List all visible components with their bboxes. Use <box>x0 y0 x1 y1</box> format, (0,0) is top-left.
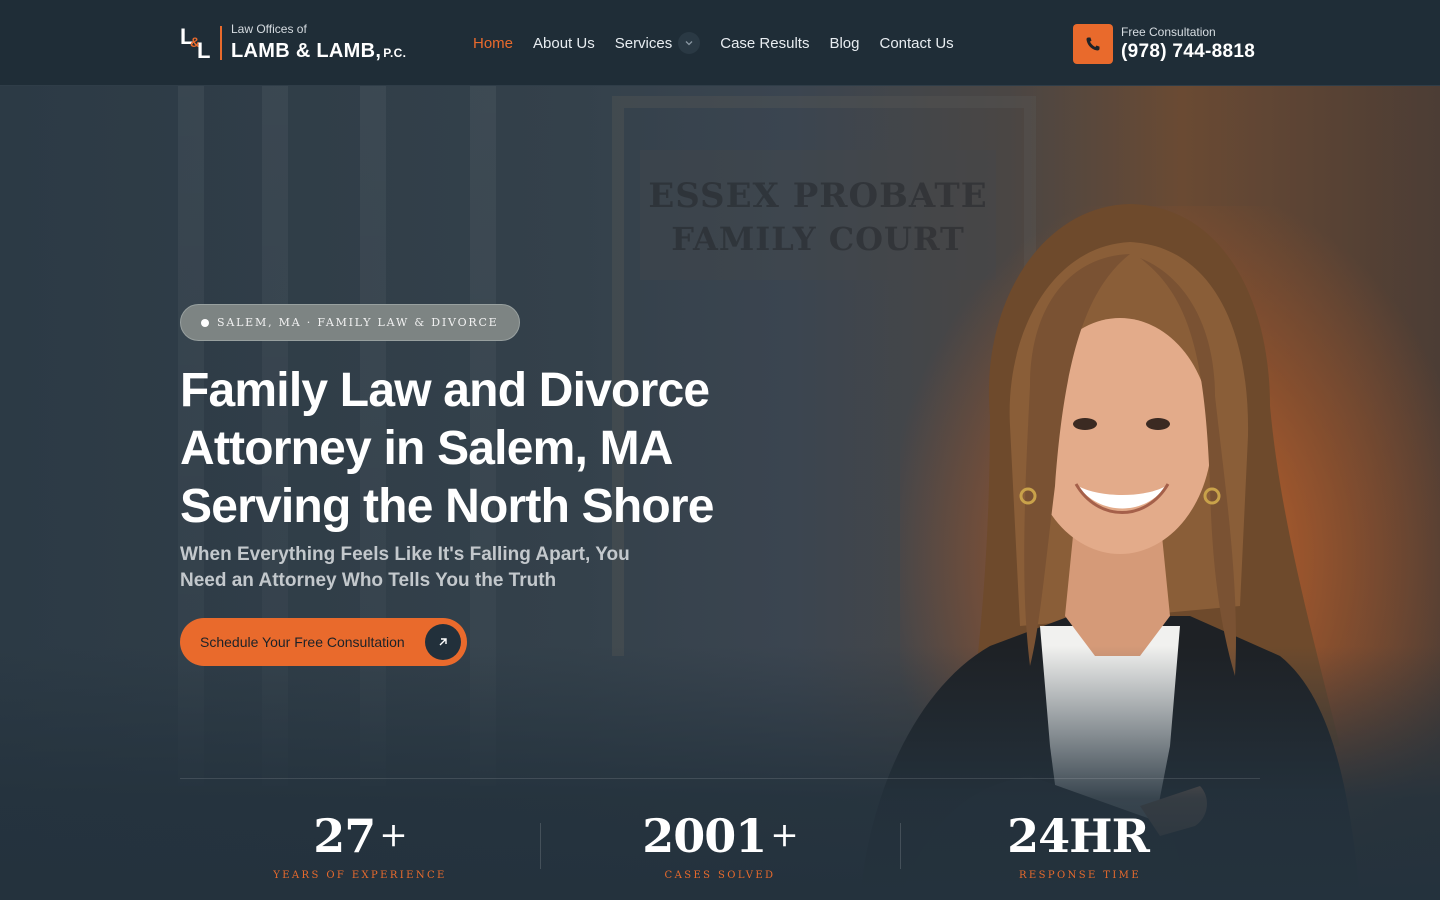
stat-number: 2001 <box>642 809 767 863</box>
stat-suffix: + <box>770 815 798 855</box>
stats-bar: 27 + YEARS OF EXPERIENCE 2001 + CASES SOLV… <box>180 778 1260 900</box>
main-nav: Home About Us Services Case Results Blog… <box>473 30 974 56</box>
stat-number: 24HR <box>1007 809 1150 863</box>
nav-item-services-label: Services <box>614 34 673 52</box>
stat-label: RESPONSE TIME <box>1018 870 1142 881</box>
arrow-up-right-icon <box>425 624 461 660</box>
site-header: L & L Law Offices of LAMB & LAMB, P.C. Ho… <box>0 0 1440 86</box>
nav-item-services[interactable]: Services <box>615 32 701 54</box>
badge-dot-icon <box>201 318 209 327</box>
hero-subtitle: When Everything Feels Like It's Falling … <box>180 542 660 594</box>
nav-item-about-us[interactable]: About Us <box>533 35 595 52</box>
stat-value: 27 + <box>180 809 540 862</box>
logo-name: LAMB & LAMB, P.C. <box>231 40 406 63</box>
nav-item-contact-us[interactable]: Contact Us <box>879 35 953 52</box>
hero-title: Family Law and Divorce Attorney in Salem… <box>180 362 820 536</box>
phone-button[interactable] <box>1073 24 1113 64</box>
stat-number: 27 <box>313 809 376 863</box>
schedule-consultation-label: Schedule Your Free Consultation <box>200 634 405 650</box>
badge-text: SALEM, MA · FAMILY LAW & DIVORCE <box>217 316 499 329</box>
free-consultation-label: Free Consultation <box>1121 25 1216 39</box>
hero-subtitle-line: Need an Attorney Who Tells You the Truth <box>180 570 557 591</box>
stat-label: CASES SOLVED <box>664 870 776 881</box>
logo-divider <box>220 26 222 60</box>
nav-item-blog[interactable]: Blog <box>829 35 859 52</box>
hero-title-line: Serving the North Shore <box>180 480 714 533</box>
logo-mark-letter: L <box>197 38 211 63</box>
hero-subtitle-line: When Everything Feels Like It's Falling … <box>180 544 630 565</box>
logo[interactable]: L & L Law Offices of LAMB & LAMB, P.C. <box>178 22 418 66</box>
stat-value: 2001 + <box>540 809 900 862</box>
location-badge: SALEM, MA · FAMILY LAW & DIVORCE <box>180 304 520 341</box>
chevron-down-icon[interactable] <box>678 32 701 54</box>
hero-title-line: Family Law and Divorce <box>180 364 710 417</box>
stat-cases-solved: 2001 + CASES SOLVED <box>540 809 900 889</box>
stat-label: YEARS OF EXPERIENCE <box>273 870 447 881</box>
logo-name-suffix: P.C. <box>383 46 407 60</box>
logo-subtitle: Law Offices of <box>231 22 307 36</box>
hero-title-line: Attorney in Salem, MA <box>180 422 673 475</box>
phone-number[interactable]: (978) 744-8818 <box>1121 41 1255 63</box>
stat-suffix: + <box>379 815 407 855</box>
stat-response-time: 24HR RESPONSE TIME <box>900 809 1260 889</box>
header-phone-cta[interactable]: Free Consultation (978) 744-8818 <box>1073 24 1273 64</box>
phone-icon <box>1086 37 1100 51</box>
nav-item-home[interactable]: Home <box>473 35 513 52</box>
stat-years-of-experience: 27 + YEARS OF EXPERIENCE <box>180 809 540 889</box>
stat-value: 24HR <box>900 809 1260 862</box>
schedule-consultation-button[interactable]: Schedule Your Free Consultation <box>180 618 467 666</box>
nav-item-case-results[interactable]: Case Results <box>720 35 809 52</box>
logo-name-text: LAMB & LAMB, <box>231 40 382 62</box>
logo-mark-icon: L & L <box>178 24 214 63</box>
